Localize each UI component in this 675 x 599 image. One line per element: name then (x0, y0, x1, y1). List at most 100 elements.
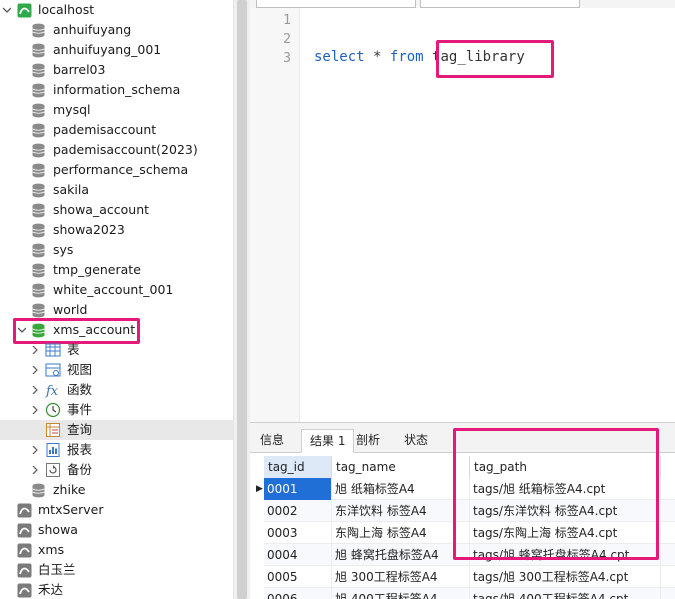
tab-profile[interactable]: 剖析 (348, 429, 388, 453)
database-icon (32, 203, 45, 218)
database-icon (32, 23, 45, 38)
cell-tag-id[interactable]: 0006 (264, 588, 332, 599)
cell-tag-name[interactable]: 东洋饮料 标签A4 (332, 500, 470, 522)
cell-tag-name[interactable]: 旭 300工程标签A4 (332, 566, 470, 588)
sql-star: * (373, 49, 382, 65)
mysql-connection-icon (17, 523, 32, 538)
line-number: 2 (283, 32, 291, 47)
database-sys[interactable]: sys (0, 240, 233, 260)
report-icon (46, 443, 60, 457)
tree-node-table[interactable]: 表 (0, 340, 233, 360)
database-icon (32, 243, 45, 258)
cell-tag-name[interactable]: 旭 400工程标签A4 (332, 588, 470, 599)
tree-node-function[interactable]: fx 函数 (0, 380, 233, 400)
connection-localhost[interactable]: localhost (0, 0, 233, 20)
database-icon (32, 223, 45, 238)
tree-node-label: 报表 (67, 442, 93, 457)
database-performance-schema[interactable]: performance_schema (0, 160, 233, 180)
database-information-schema[interactable]: information_schema (0, 80, 233, 100)
database-label: information_schema (53, 82, 181, 97)
database-anhuifuyang-001[interactable]: anhuifuyang_001 (0, 40, 233, 60)
database-label: white_account_001 (53, 282, 174, 297)
sql-keyword-select: select (314, 49, 365, 65)
connection-3[interactable]: showa (0, 520, 233, 540)
database-world[interactable]: world (0, 300, 233, 320)
cell-tag-id[interactable]: 0001 (264, 478, 332, 500)
connection-2[interactable]: mtxServer (0, 500, 233, 520)
database-icon (32, 303, 45, 318)
tree-node-backup[interactable]: 备份 (0, 460, 233, 480)
sql-editor[interactable]: 1 2 3 select * from tag_library (250, 0, 675, 422)
database-label: pademisaccount(2023) (53, 142, 198, 157)
tree-node-event-clock[interactable]: 事件 (0, 400, 233, 420)
sql-keyword-from: from (389, 49, 424, 65)
chevron-down-icon[interactable] (3, 6, 11, 14)
chevron-right-icon[interactable] (31, 386, 39, 394)
chevron-right-icon[interactable] (31, 346, 39, 354)
cell-tag-name[interactable]: 旭 蜂窝托盘标签A4 (332, 544, 470, 566)
tab-info[interactable]: 信息 (252, 429, 292, 453)
chevron-right-icon[interactable] (31, 406, 39, 414)
database-icon (32, 43, 45, 58)
database-icon (32, 63, 45, 78)
connection-label: 禾达 (38, 582, 64, 597)
database-label: performance_schema (53, 162, 189, 177)
database-icon (32, 183, 45, 198)
cell-tag-name[interactable]: 旭 纸箱标签A4 (332, 478, 470, 500)
cell-tag-id[interactable]: 0003 (264, 522, 332, 544)
database-pademisaccount-2023-[interactable]: pademisaccount(2023) (0, 140, 233, 160)
cell-tag-id[interactable]: 0002 (264, 500, 332, 522)
tree-node-view[interactable]: 视图 (0, 360, 233, 380)
tab-status[interactable]: 状态 (396, 429, 436, 453)
database-label: barrel03 (53, 62, 106, 77)
sidebar-scrollbar[interactable] (233, 0, 250, 599)
query-icon (46, 423, 60, 437)
chevron-right-icon[interactable] (31, 366, 39, 374)
connection-4[interactable]: xms (0, 540, 233, 560)
cell-tag-id[interactable]: 0004 (264, 544, 332, 566)
editor-toolbar (250, 0, 675, 8)
table-row[interactable]: 0005 旭 300工程标签A4 tags/旭 300工程标签A4.cpt (264, 566, 675, 588)
connection-label: localhost (38, 2, 95, 17)
database-mysql[interactable]: mysql (0, 100, 233, 120)
database-label: world (53, 302, 88, 317)
editor-tab-1[interactable] (256, 0, 416, 8)
database-barrel03[interactable]: barrel03 (0, 60, 233, 80)
database-showa-account[interactable]: showa_account (0, 200, 233, 220)
chevron-right-icon[interactable] (31, 446, 39, 454)
cell-tag-path[interactable]: tags/旭 400工程标签A4.cpt (470, 588, 661, 599)
connection-5[interactable]: 白玉兰 (0, 560, 233, 580)
database-tmp-generate[interactable]: tmp_generate (0, 260, 233, 280)
database-icon (32, 283, 45, 298)
database-icon (32, 83, 45, 98)
mysql-connection-icon (17, 583, 32, 598)
tree-node-query[interactable]: 查询 (0, 420, 233, 440)
database-pademisaccount[interactable]: pademisaccount (0, 120, 233, 140)
chevron-right-icon[interactable] (31, 466, 39, 474)
database-icon (32, 103, 45, 118)
connection-6[interactable]: 禾达 (0, 580, 233, 599)
backup-icon (46, 463, 60, 477)
database-showa2023[interactable]: showa2023 (0, 220, 233, 240)
tree-node-report[interactable]: 报表 (0, 440, 233, 460)
database-icon (32, 483, 45, 498)
column-header-tag-name[interactable]: tag_name (332, 456, 470, 478)
column-header-tag-id[interactable]: tag_id (264, 456, 332, 478)
database-zhike[interactable]: zhike (0, 480, 233, 500)
line-number: 1 (283, 13, 291, 28)
cell-tag-name[interactable]: 东陶上海 标签A4 (332, 522, 470, 544)
view-icon (45, 363, 61, 377)
database-sakila[interactable]: sakila (0, 180, 233, 200)
table-row[interactable]: 0006 旭 400工程标签A4 tags/旭 400工程标签A4.cpt (264, 588, 675, 599)
navigator-panel: localhost anhuifuyang anhuifuyang_001barr… (0, 0, 233, 599)
tab-result-1[interactable]: 结果 1 (301, 429, 355, 453)
editor-tab-2[interactable] (420, 0, 580, 8)
connection-label: showa (38, 522, 78, 537)
database-white-account-001[interactable]: white_account_001 (0, 280, 233, 300)
database-anhuifuyang[interactable]: anhuifuyang (0, 20, 233, 40)
cell-tag-id[interactable]: 0005 (264, 566, 332, 588)
database-label: tmp_generate (53, 262, 141, 277)
cell-tag-path[interactable]: tags/旭 300工程标签A4.cpt (470, 566, 661, 588)
event-clock-icon (45, 402, 61, 418)
database-label: anhuifuyang (53, 22, 132, 37)
